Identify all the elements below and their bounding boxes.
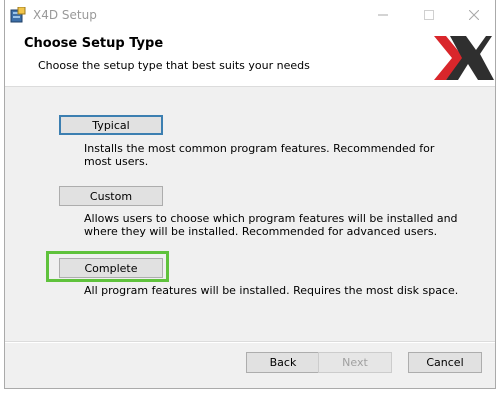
custom-button[interactable]: Custom [59,186,163,206]
maximize-button[interactable] [406,0,452,30]
close-icon [469,10,479,20]
complete-button[interactable]: Complete [59,258,163,278]
complete-description: All program features will be installed. … [84,284,459,297]
typical-button[interactable]: Typical [59,115,163,135]
cancel-button-label: Cancel [426,356,464,369]
custom-button-label: Custom [89,189,133,203]
cancel-button[interactable]: Cancel [408,352,482,373]
back-button[interactable]: Back [246,352,320,373]
minimize-icon [378,14,388,16]
next-button[interactable]: Next [318,352,392,373]
window-title: X4D Setup [33,8,97,22]
footer-divider-highlight [5,342,495,343]
setup-window: X4D Setup Choose Setup Type Choose the s… [4,0,496,389]
custom-description: Allows users to choose which program fea… [84,212,458,238]
page-subtitle: Choose the setup type that best suits yo… [38,59,310,72]
title-bar[interactable]: X4D Setup [5,0,495,30]
back-button-label: Back [269,356,297,369]
x-logo [428,32,494,84]
maximize-icon [424,10,434,20]
typical-button-label: Typical [92,118,130,132]
complete-button-label: Complete [84,261,138,275]
close-button[interactable] [451,0,497,30]
minimize-button[interactable] [360,0,406,30]
page-title: Choose Setup Type [24,36,164,51]
typical-description: Installs the most common program feature… [84,142,435,168]
setup-type-options: Typical Installs the most common program… [5,87,495,341]
next-button-label: Next [342,356,368,369]
wizard-header: Choose Setup Type Choose the setup type … [5,30,495,87]
installer-icon [10,6,26,23]
